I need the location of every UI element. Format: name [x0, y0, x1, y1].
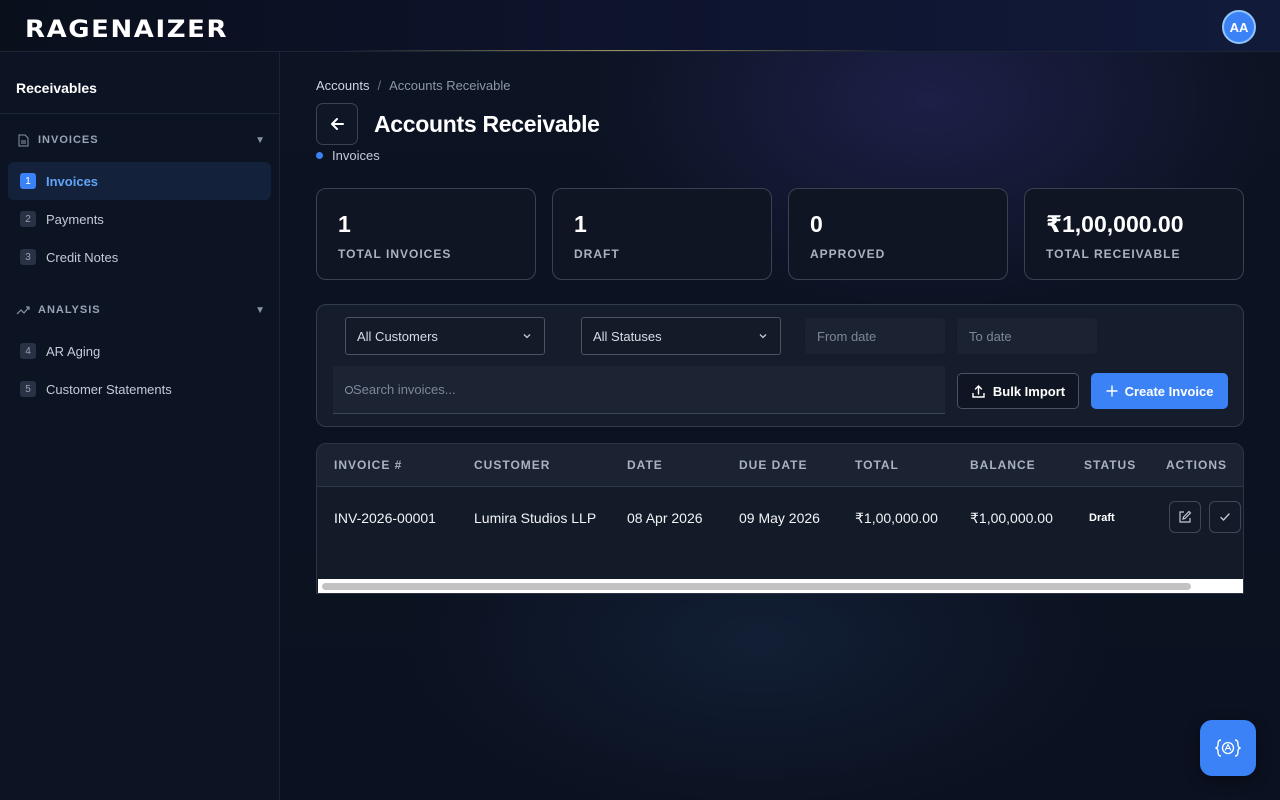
search-icon [345, 385, 353, 394]
sidebar-item-label: Payments [46, 211, 104, 227]
chevron-down-icon [523, 334, 531, 339]
caret-down-icon[interactable]: ▼ [255, 135, 266, 146]
column-header-invoice[interactable]: INVOICE # [334, 458, 402, 472]
customer-select[interactable]: All Customers [345, 317, 545, 355]
stat-value: ₹1,00,000.00 [1046, 211, 1184, 237]
sidebar-item-number: 5 [20, 381, 36, 397]
stat-label: APPROVED [810, 247, 886, 261]
column-header-date[interactable]: DATE [627, 458, 663, 472]
breadcrumb-separator: / [377, 78, 382, 93]
sidebar: Receivables INVOICES ▼ 1 Invoices 2 Paym… [0, 52, 280, 800]
bulk-import-button[interactable]: Bulk Import [957, 373, 1079, 409]
stat-value: 1 [338, 211, 351, 237]
user-avatar[interactable]: AA [1222, 10, 1256, 44]
sidebar-item-number: 4 [20, 343, 36, 359]
scrollbar-thumb[interactable] [322, 583, 1191, 590]
from-date-input[interactable]: From date [805, 318, 945, 354]
assistant-button[interactable] [1200, 720, 1256, 776]
sidebar-item-label: Credit Notes [46, 249, 119, 265]
stat-label: DRAFT [574, 247, 620, 261]
customer-select-value: All Customers [357, 328, 438, 344]
page-title: Accounts Receivable [374, 111, 600, 137]
stat-value: 0 [810, 211, 823, 237]
stat-card-approved: 0 APPROVED [788, 188, 1008, 280]
column-header-customer[interactable]: CUSTOMER [474, 458, 550, 472]
cell-invoice-number[interactable]: INV-2026-00001 [334, 510, 436, 526]
column-header-total[interactable]: TOTAL [855, 458, 899, 472]
stat-card-total-invoices: 1 TOTAL INVOICES [316, 188, 536, 280]
table-header: INVOICE # CUSTOMER DATE DUE DATE TOTAL B… [317, 444, 1243, 487]
approve-button[interactable] [1209, 501, 1241, 533]
arrow-left-icon [331, 118, 344, 130]
cell-total: ₹1,00,000.00 [855, 510, 938, 526]
to-date-input[interactable]: To date [957, 318, 1097, 354]
column-header-actions: ACTIONS [1166, 458, 1227, 472]
upload-icon [972, 384, 985, 398]
cell-due-date: 09 May 2026 [739, 510, 820, 526]
create-invoice-button[interactable]: Create Invoice [1091, 373, 1228, 409]
sidebar-item-ar-aging[interactable]: 4 AR Aging [8, 332, 271, 370]
app-logo[interactable]: RAGENAIZER [25, 15, 228, 43]
stat-card-total-receivable: ₹1,00,000.00 TOTAL RECEIVABLE [1024, 188, 1244, 280]
cell-balance: ₹1,00,000.00 [970, 510, 1053, 526]
top-bar-glow [340, 50, 900, 51]
caret-down-icon[interactable]: ▼ [255, 305, 266, 316]
stat-card-draft: 1 DRAFT [552, 188, 772, 280]
breadcrumb: Accounts / Accounts Receivable [316, 78, 511, 93]
sidebar-item-label: AR Aging [46, 343, 101, 359]
trend-icon [16, 303, 30, 317]
invoices-table: INVOICE # CUSTOMER DATE DUE DATE TOTAL B… [316, 443, 1244, 594]
filter-panel: All Customers All Statuses From date To … [316, 304, 1244, 427]
edit-icon [1179, 510, 1192, 523]
column-header-balance[interactable]: BALANCE [970, 458, 1036, 472]
breadcrumb-current: Accounts Receivable [389, 78, 511, 93]
chevron-down-icon [759, 334, 767, 339]
top-bar: RAGENAIZER AA [0, 0, 1280, 52]
search-input[interactable]: Search invoices... [333, 366, 945, 414]
horizontal-scrollbar[interactable] [318, 579, 1243, 593]
sidebar-item-credit-notes[interactable]: 3 Credit Notes [8, 238, 271, 276]
status-badge: Draft [1089, 512, 1115, 524]
sidebar-item-label: Invoices [46, 173, 99, 189]
stat-label: TOTAL RECEIVABLE [1046, 247, 1181, 261]
bulk-import-label: Bulk Import [992, 383, 1066, 399]
sidebar-item-number: 2 [20, 211, 36, 227]
status-select-value: All Statuses [593, 328, 662, 344]
sidebar-divider [0, 113, 279, 114]
cell-customer: Lumira Studios LLP [474, 510, 597, 526]
document-icon [16, 133, 30, 147]
sidebar-item-customer-statements[interactable]: 5 Customer Statements [8, 370, 271, 408]
sidebar-item-payments[interactable]: 2 Payments [8, 200, 271, 238]
stat-value: 1 [574, 211, 587, 237]
plus-icon [1105, 385, 1118, 397]
sidebar-section-analysis[interactable]: ANALYSIS ▼ [16, 300, 266, 320]
sidebar-item-number: 3 [20, 249, 36, 265]
back-button[interactable] [316, 103, 358, 145]
search-placeholder: Search invoices... [353, 382, 456, 397]
page-subtitle-label: Invoices [332, 148, 380, 163]
sidebar-title: Receivables [16, 80, 97, 96]
edit-button[interactable] [1169, 501, 1201, 533]
column-header-status[interactable]: STATUS [1084, 458, 1136, 472]
sidebar-section-invoices[interactable]: INVOICES ▼ [16, 130, 266, 150]
sidebar-item-label: Customer Statements [46, 381, 172, 397]
stat-label: TOTAL INVOICES [338, 247, 452, 261]
sidebar-item-number: 1 [20, 173, 36, 189]
sidebar-section-label: INVOICES [38, 134, 99, 146]
sidebar-item-invoices[interactable]: 1 Invoices [8, 162, 271, 200]
page-subtitle: Invoices [316, 148, 380, 163]
status-dot [316, 152, 323, 159]
assistant-logo-icon [1215, 739, 1241, 757]
column-header-due-date[interactable]: DUE DATE [739, 458, 807, 472]
status-select[interactable]: All Statuses [581, 317, 781, 355]
breadcrumb-root[interactable]: Accounts [316, 78, 369, 93]
sidebar-section-label: ANALYSIS [38, 304, 101, 316]
create-invoice-label: Create Invoice [1124, 383, 1214, 399]
check-icon [1220, 513, 1230, 521]
cell-date: 08 Apr 2026 [627, 510, 703, 526]
